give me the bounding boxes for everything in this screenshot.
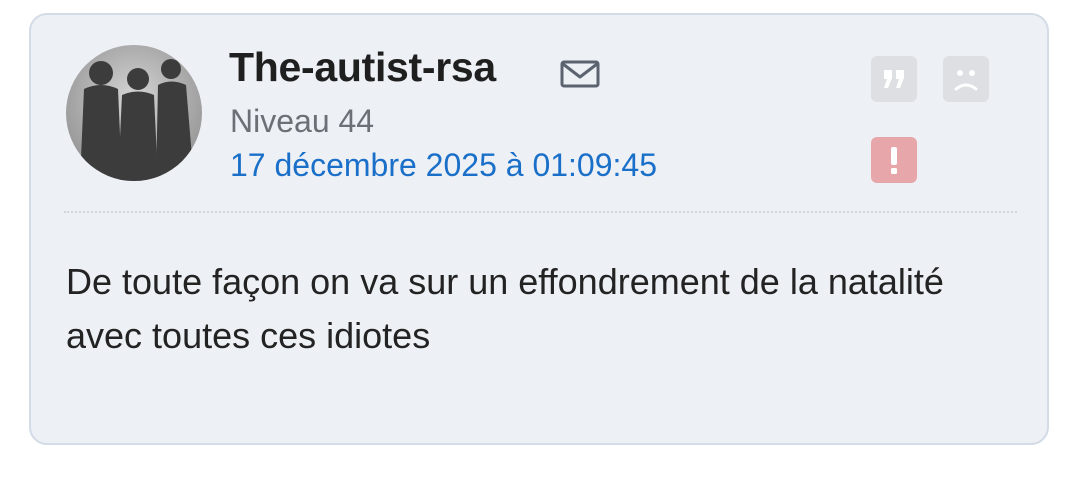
author-level: Niveau 44	[230, 103, 375, 139]
message-card: The-autist-rsa Niveau 44 17 décembre 202…	[29, 13, 1049, 445]
quote-icon	[884, 70, 904, 88]
envelope-icon[interactable]	[559, 59, 601, 89]
avatar[interactable]	[66, 45, 202, 181]
author-name[interactable]: The-autist-rsa	[229, 47, 496, 88]
header-divider	[64, 211, 1017, 213]
post-date-link[interactable]: 17 décembre 2025 à 01:09:45	[230, 149, 657, 181]
message-body: De toute façon on va sur un effondrement…	[66, 261, 944, 356]
sad-reaction-button[interactable]	[943, 56, 989, 102]
sad-face-icon	[954, 70, 978, 91]
quote-button[interactable]	[871, 56, 917, 102]
report-button[interactable]	[871, 137, 917, 183]
exclamation-icon	[891, 147, 897, 174]
